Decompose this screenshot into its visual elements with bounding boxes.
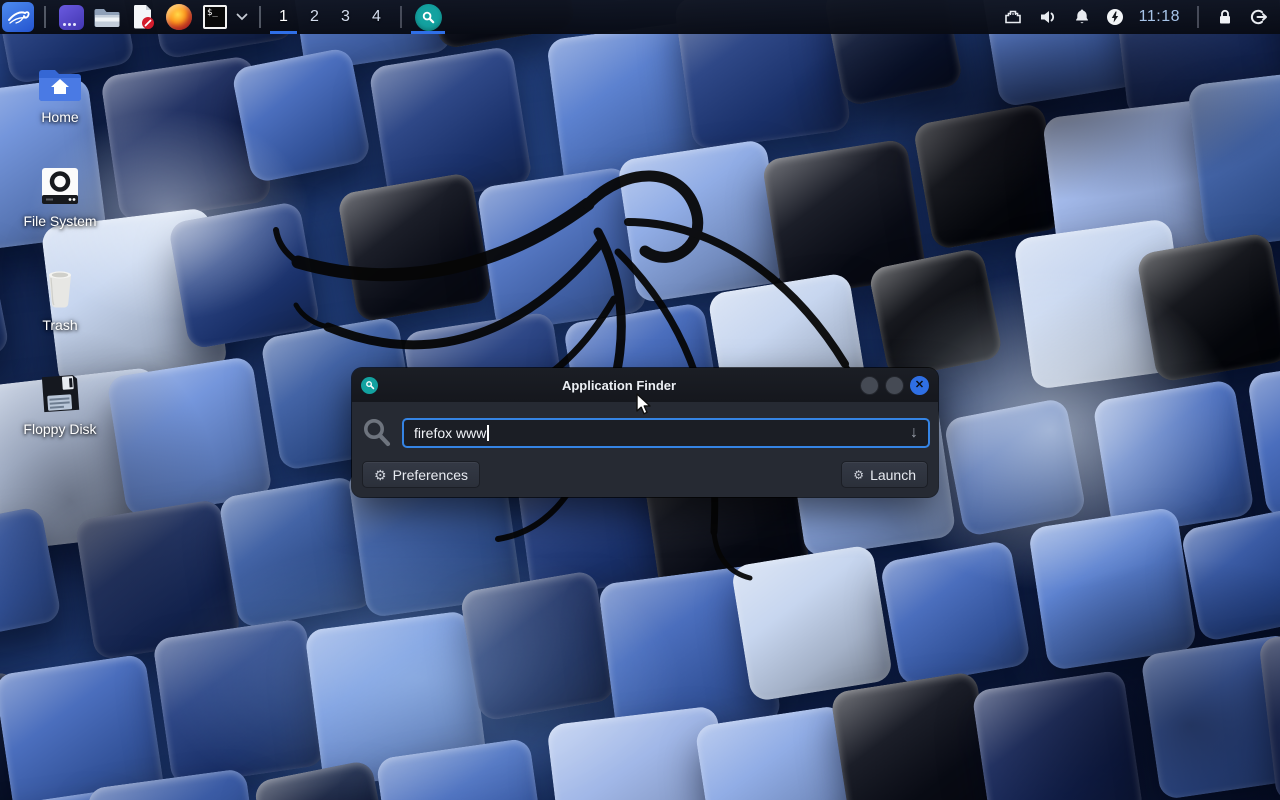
trash-bin-icon (40, 264, 80, 310)
maximize-button[interactable] (885, 376, 904, 395)
desktop-icon-file-system[interactable]: File System (8, 160, 112, 264)
logout-button[interactable] (1249, 8, 1268, 26)
wallpaper-cube (617, 139, 787, 304)
terminal-icon (59, 5, 84, 30)
preferences-button-label: Preferences (393, 467, 468, 483)
panel-tray: 11:18 (1003, 0, 1280, 34)
application-finder-icon (415, 4, 442, 31)
panel-separator (1197, 6, 1199, 28)
wallpaper-cube (830, 671, 997, 800)
network-icon (1003, 8, 1023, 26)
desktop-icon-home[interactable]: Home (8, 56, 112, 160)
launcher-dropdown-button[interactable] (236, 13, 248, 21)
network-tray-button[interactable] (1003, 8, 1023, 26)
xterm-launcher[interactable]: $_ (201, 3, 229, 31)
desktop-icon-label: File System (23, 213, 96, 229)
panel-separator (259, 6, 261, 28)
dialog-actions: ⚙ Preferences ⚙ Launch (352, 449, 938, 488)
workspace-3-label: 3 (341, 8, 350, 26)
hard-drive-icon (39, 160, 81, 206)
wallpaper-cube (168, 200, 321, 349)
terminal-launcher[interactable] (57, 3, 85, 31)
wallpaper-cube (336, 171, 492, 323)
floppy-disk-icon (39, 368, 81, 414)
window-title: Application Finder (378, 378, 860, 393)
panel-separator (400, 6, 402, 28)
desktop: $_ 1 2 3 4 (0, 0, 1280, 800)
desktop-icon-label: Floppy Disk (23, 421, 96, 437)
workspace-2-label: 2 (310, 8, 319, 26)
search-row: firefox www ↓ (352, 402, 938, 449)
close-icon: ✕ (915, 380, 924, 391)
file-manager-launcher[interactable] (93, 3, 121, 31)
volume-icon (1038, 8, 1058, 26)
workspace-1-label: 1 (279, 8, 288, 26)
launch-button[interactable]: ⚙ Launch (841, 461, 928, 488)
application-finder-taskbar-button[interactable] (410, 0, 446, 34)
launch-icon: ⚙ (853, 469, 864, 481)
wallpaper-cube (1136, 231, 1280, 382)
clock[interactable]: 11:18 (1139, 8, 1180, 26)
home-folder-icon (38, 56, 82, 102)
kali-logo-icon (6, 6, 30, 28)
xterm-icon: $_ (203, 5, 227, 29)
wallpaper-cube (879, 539, 1031, 687)
search-input-value: firefox www (414, 425, 486, 441)
minimize-button[interactable] (860, 376, 879, 395)
search-icon (362, 417, 392, 449)
lock-icon (1216, 8, 1234, 26)
applications-menu-button[interactable] (2, 2, 34, 32)
dropdown-arrow-icon[interactable]: ↓ (910, 424, 918, 442)
wallpaper-cube (231, 47, 372, 184)
wallpaper-cube (868, 247, 1004, 380)
power-manager-tray-button[interactable] (1106, 8, 1124, 26)
wallpaper-cube (1140, 634, 1280, 800)
text-editor-icon (130, 4, 156, 30)
workspace-4-label: 4 (372, 8, 381, 26)
desktop-icon-floppy-disk[interactable]: Floppy Disk (8, 368, 112, 472)
titlebar[interactable]: Application Finder ✕ (352, 368, 938, 402)
volume-tray-button[interactable] (1038, 8, 1058, 26)
wallpaper-cube (912, 102, 1065, 250)
firefox-launcher[interactable] (165, 3, 193, 31)
wallpaper-cube (730, 544, 893, 702)
power-battery-icon (1106, 8, 1124, 26)
application-finder-window: Application Finder ✕ firefox www ↓ ⚙ Pre… (352, 368, 938, 497)
logout-icon (1249, 8, 1268, 26)
desktop-icon-trash[interactable]: Trash (8, 264, 112, 368)
search-input[interactable]: firefox www ↓ (402, 418, 930, 448)
wallpaper-cube (153, 618, 327, 787)
lock-screen-button[interactable] (1216, 8, 1234, 26)
wallpaper-cube (943, 397, 1087, 537)
wallpaper-cube (1180, 508, 1280, 642)
workspace-2[interactable]: 2 (299, 0, 330, 34)
window-controls: ✕ (860, 376, 929, 395)
panel-separator (44, 6, 46, 28)
notifications-tray-button[interactable] (1073, 8, 1091, 26)
launch-button-label: Launch (870, 467, 916, 483)
gear-icon: ⚙ (374, 468, 387, 482)
text-caret (487, 425, 489, 441)
workspace-3[interactable]: 3 (330, 0, 361, 34)
text-editor-launcher[interactable] (129, 3, 157, 31)
desktop-icon-label: Home (41, 109, 78, 125)
panel-left: $_ 1 2 3 4 (0, 0, 446, 34)
top-panel: $_ 1 2 3 4 (0, 0, 1280, 34)
desktop-icon-label: Trash (42, 317, 77, 333)
wallpaper-cube (971, 670, 1143, 800)
firefox-icon (166, 4, 192, 30)
file-manager-icon (94, 5, 120, 29)
wallpaper-cube (1028, 507, 1198, 672)
wallpaper-cube (0, 654, 166, 800)
workspace-1[interactable]: 1 (268, 0, 299, 34)
wallpaper-cube (459, 570, 616, 722)
bell-icon (1073, 8, 1091, 26)
window-app-icon (361, 377, 378, 394)
chevron-down-icon (236, 13, 248, 21)
preferences-button[interactable]: ⚙ Preferences (362, 461, 480, 488)
workspace-4[interactable]: 4 (361, 0, 392, 34)
close-button[interactable]: ✕ (910, 376, 929, 395)
desktop-icons: Home File System (8, 56, 112, 472)
